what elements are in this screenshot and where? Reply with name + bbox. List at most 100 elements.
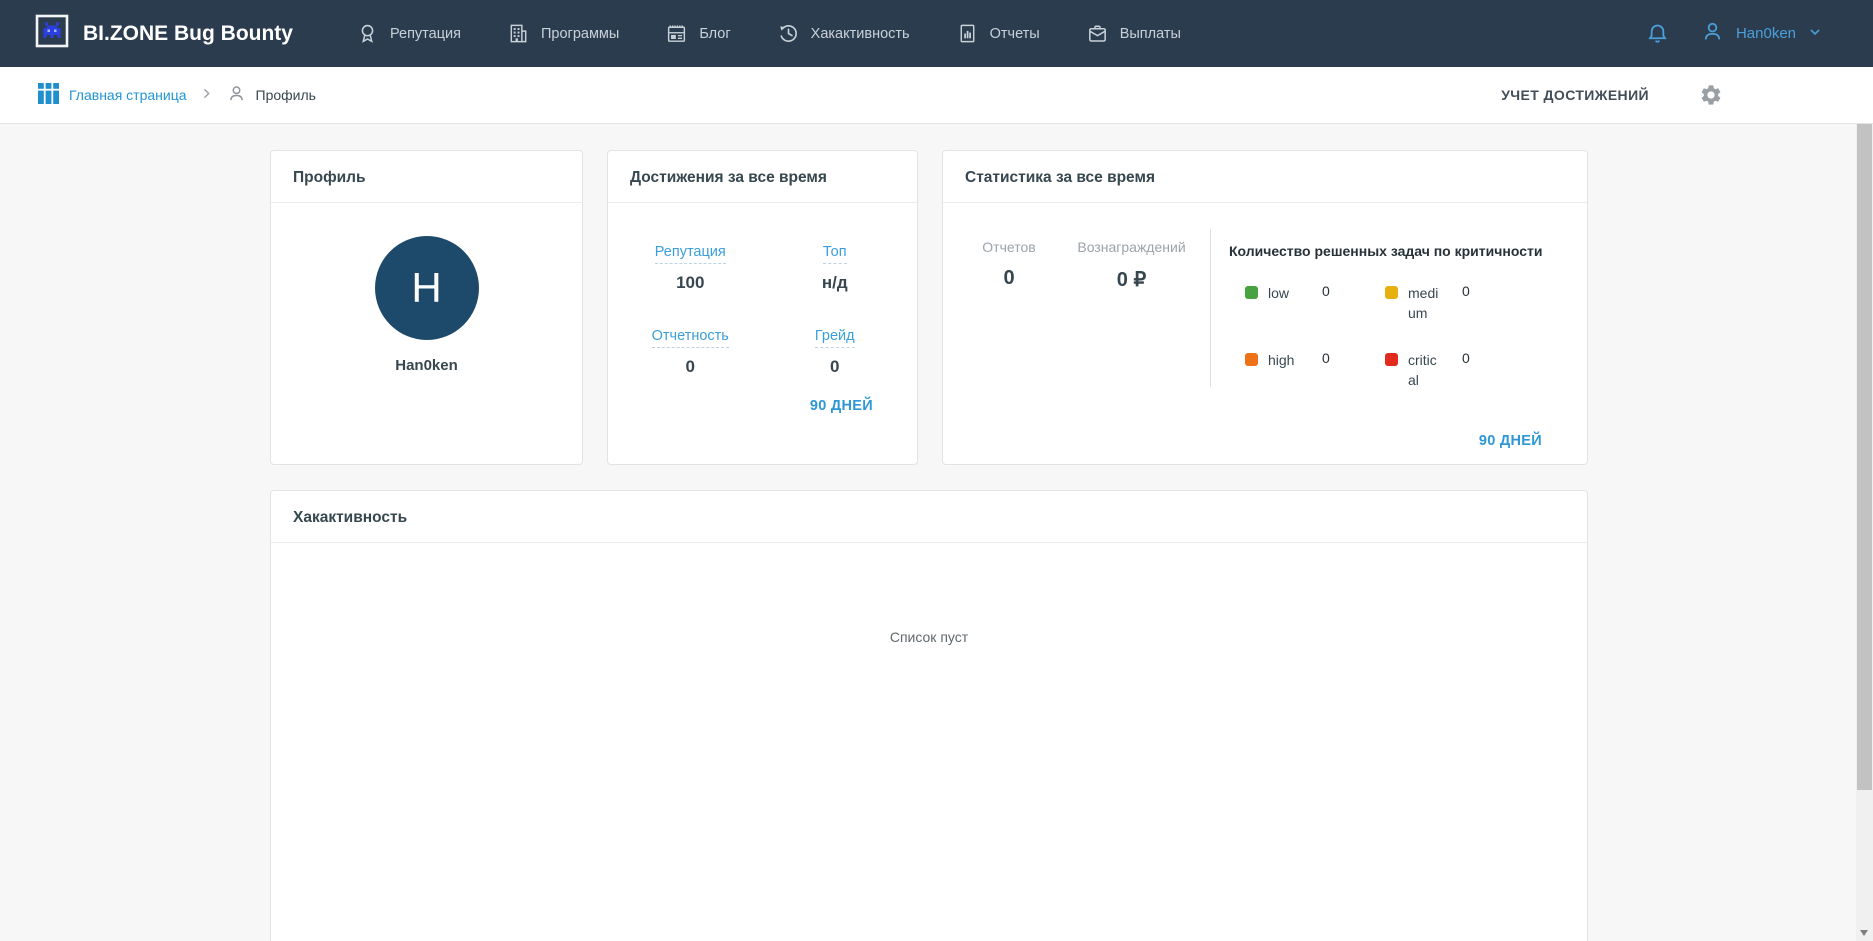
medal-icon <box>356 22 379 45</box>
nav-item-payouts[interactable]: Выплаты <box>1063 0 1204 67</box>
summary-cards-row: Профиль H Han0ken Достижения за все врем… <box>270 150 1873 465</box>
breadcrumb-bar-right: УЧЕТ ДОСТИЖЕНИЙ <box>1501 83 1723 107</box>
chevron-right-icon <box>200 87 213 103</box>
notifications-bell-icon[interactable] <box>1645 21 1670 46</box>
stat-value-grade: 0 <box>830 357 840 376</box>
stat-top: Топ н/д <box>763 243 908 293</box>
severity-label-low: low <box>1268 285 1290 301</box>
breadcrumb-home-label: Главная страница <box>69 87 187 103</box>
avatar: H <box>374 236 479 340</box>
hackactivity-body: Список пуст <box>271 543 1587 645</box>
nav-item-reports[interactable]: Отчеты <box>933 0 1063 67</box>
nav-item-label: Выплаты <box>1119 25 1181 42</box>
dashboard-grid-icon <box>38 83 59 107</box>
stat-value-top: н/д <box>821 273 848 292</box>
statistics-kpis: Отчетов 0 Вознаграждений 0 ₽ <box>959 239 1204 390</box>
statistics-body: Отчетов 0 Вознаграждений 0 ₽ Количество … <box>943 203 1587 390</box>
main-nav: Репутация Программы Блог Хакактивность О… <box>333 0 1204 67</box>
profile-username: Han0ken <box>395 357 458 374</box>
severity-swatch-low <box>1245 286 1258 299</box>
brand-logo[interactable]: BI.ZONE Bug Bounty <box>34 13 293 54</box>
kpi-reports-value: 0 <box>1003 267 1015 289</box>
nav-item-label: Отчеты <box>989 25 1040 42</box>
nav-item-blog[interactable]: Блог <box>642 0 753 67</box>
breadcrumb-bar: Главная страница Профиль УЧЕТ ДОСТИЖЕНИЙ <box>0 67 1873 124</box>
stat-grade: Грейд 0 <box>763 327 908 377</box>
severity-item-critical: critical 0 <box>1385 350 1525 391</box>
kpi-rewards-value: 0 ₽ <box>1116 269 1147 291</box>
achievements-card-title: Достижения за все время <box>608 151 917 203</box>
nav-item-label: Хакактивность <box>810 25 910 42</box>
statistics-90-days-link[interactable]: 90 ДНЕЙ <box>1479 433 1542 449</box>
nav-item-label: Репутация <box>389 25 461 42</box>
profile-card: Профиль H Han0ken <box>270 150 583 465</box>
hackactivity-card: Хакактивность Список пуст <box>270 490 1588 941</box>
severity-item-medium: medium 0 <box>1385 283 1525 324</box>
stat-label-reporting[interactable]: Отчетность <box>651 328 729 348</box>
nav-item-label: Программы <box>540 25 620 42</box>
breadcrumb-home-link[interactable]: Главная страница <box>38 83 187 107</box>
statistics-link-row: 90 ДНЕЙ <box>1479 432 1542 450</box>
severity-value-medium: 0 <box>1462 283 1470 299</box>
profile-card-body: H Han0ken <box>271 236 582 374</box>
empty-list-text: Список пуст <box>889 629 969 645</box>
severity-item-high: high 0 <box>1245 350 1385 391</box>
brand-title: BI.ZONE Bug Bounty <box>83 21 293 45</box>
bug-logo-icon <box>34 13 70 54</box>
stat-label-reputation[interactable]: Репутация <box>654 244 726 264</box>
building-icon <box>507 22 530 45</box>
statistics-card: Статистика за все время Отчетов 0 Вознаг… <box>942 150 1588 465</box>
severity-value-high: 0 <box>1322 349 1330 366</box>
scrollbar-thumb[interactable] <box>1857 124 1872 790</box>
stat-label-top[interactable]: Топ <box>822 244 847 264</box>
history-icon <box>777 22 800 45</box>
statistics-card-title: Статистика за все время <box>943 151 1587 203</box>
severity-section: Количество решенных задач по критичности… <box>1221 229 1567 390</box>
severity-legend: low 0 medium 0 high 0 critical 0 <box>1229 283 1567 390</box>
profile-card-title: Профиль <box>271 151 582 203</box>
severity-label-critical: critical <box>1408 351 1437 388</box>
severity-swatch-medium <box>1385 286 1398 299</box>
bugbounty-dashboard-page: BI.ZONE Bug Bounty Репутация Программы Б… <box>0 0 1873 941</box>
severity-swatch-high <box>1245 352 1258 366</box>
scrollbar-down-arrow-icon[interactable] <box>1860 930 1868 936</box>
achievements-card: Достижения за все время Репутация 100 То… <box>607 150 918 465</box>
user-menu[interactable]: Han0ken <box>1700 19 1823 48</box>
vertical-scrollbar[interactable] <box>1856 124 1873 941</box>
stat-value-reporting: 0 <box>685 357 695 376</box>
stat-label-grade[interactable]: Грейд <box>814 328 855 348</box>
navbar-right: Han0ken <box>1645 19 1823 48</box>
main-content: Профиль H Han0ken Достижения за все врем… <box>0 124 1873 941</box>
top-navbar: BI.ZONE Bug Bounty Репутация Программы Б… <box>0 0 1873 67</box>
achievements-record-button[interactable]: УЧЕТ ДОСТИЖЕНИЙ <box>1501 87 1649 103</box>
nav-item-hackactivity[interactable]: Хакактивность <box>754 0 933 67</box>
kpi-rewards-label: Вознаграждений <box>1077 239 1186 255</box>
profile-person-icon <box>226 83 247 107</box>
breadcrumb-current: Профиль <box>226 83 316 107</box>
severity-item-low: low 0 <box>1245 283 1385 324</box>
report-icon <box>956 22 979 45</box>
nav-item-reputation[interactable]: Репутация <box>333 0 484 67</box>
username-label: Han0ken <box>1735 25 1796 42</box>
nav-item-label: Блог <box>699 25 731 42</box>
kpi-reports: Отчетов 0 <box>959 239 1059 390</box>
kpi-rewards: Вознаграждений 0 ₽ <box>1059 239 1204 390</box>
user-icon <box>1700 19 1725 48</box>
nav-item-programs[interactable]: Программы <box>484 0 642 67</box>
hackactivity-card-title: Хакактивность <box>271 491 1587 543</box>
stat-reporting: Отчетность 0 <box>618 327 763 377</box>
achievements-link-row: 90 ДНЕЙ <box>608 377 917 415</box>
achievements-90-days-link[interactable]: 90 ДНЕЙ <box>810 398 873 414</box>
vertical-divider <box>1210 229 1211 387</box>
briefcase-icon <box>1086 22 1109 45</box>
chevron-down-icon <box>1807 24 1823 44</box>
achievements-grid: Репутация 100 Топ н/д Отчетность 0 Грейд… <box>608 203 917 377</box>
gear-icon[interactable] <box>1699 83 1723 107</box>
severity-swatch-critical <box>1385 352 1398 366</box>
breadcrumb: Главная страница Профиль <box>38 83 316 107</box>
severity-title: Количество решенных задач по критичности <box>1229 243 1543 259</box>
stat-reputation: Репутация 100 <box>618 243 763 293</box>
severity-label-high: high <box>1268 351 1295 368</box>
severity-value-low: 0 <box>1322 283 1330 299</box>
severity-value-critical: 0 <box>1462 349 1470 366</box>
